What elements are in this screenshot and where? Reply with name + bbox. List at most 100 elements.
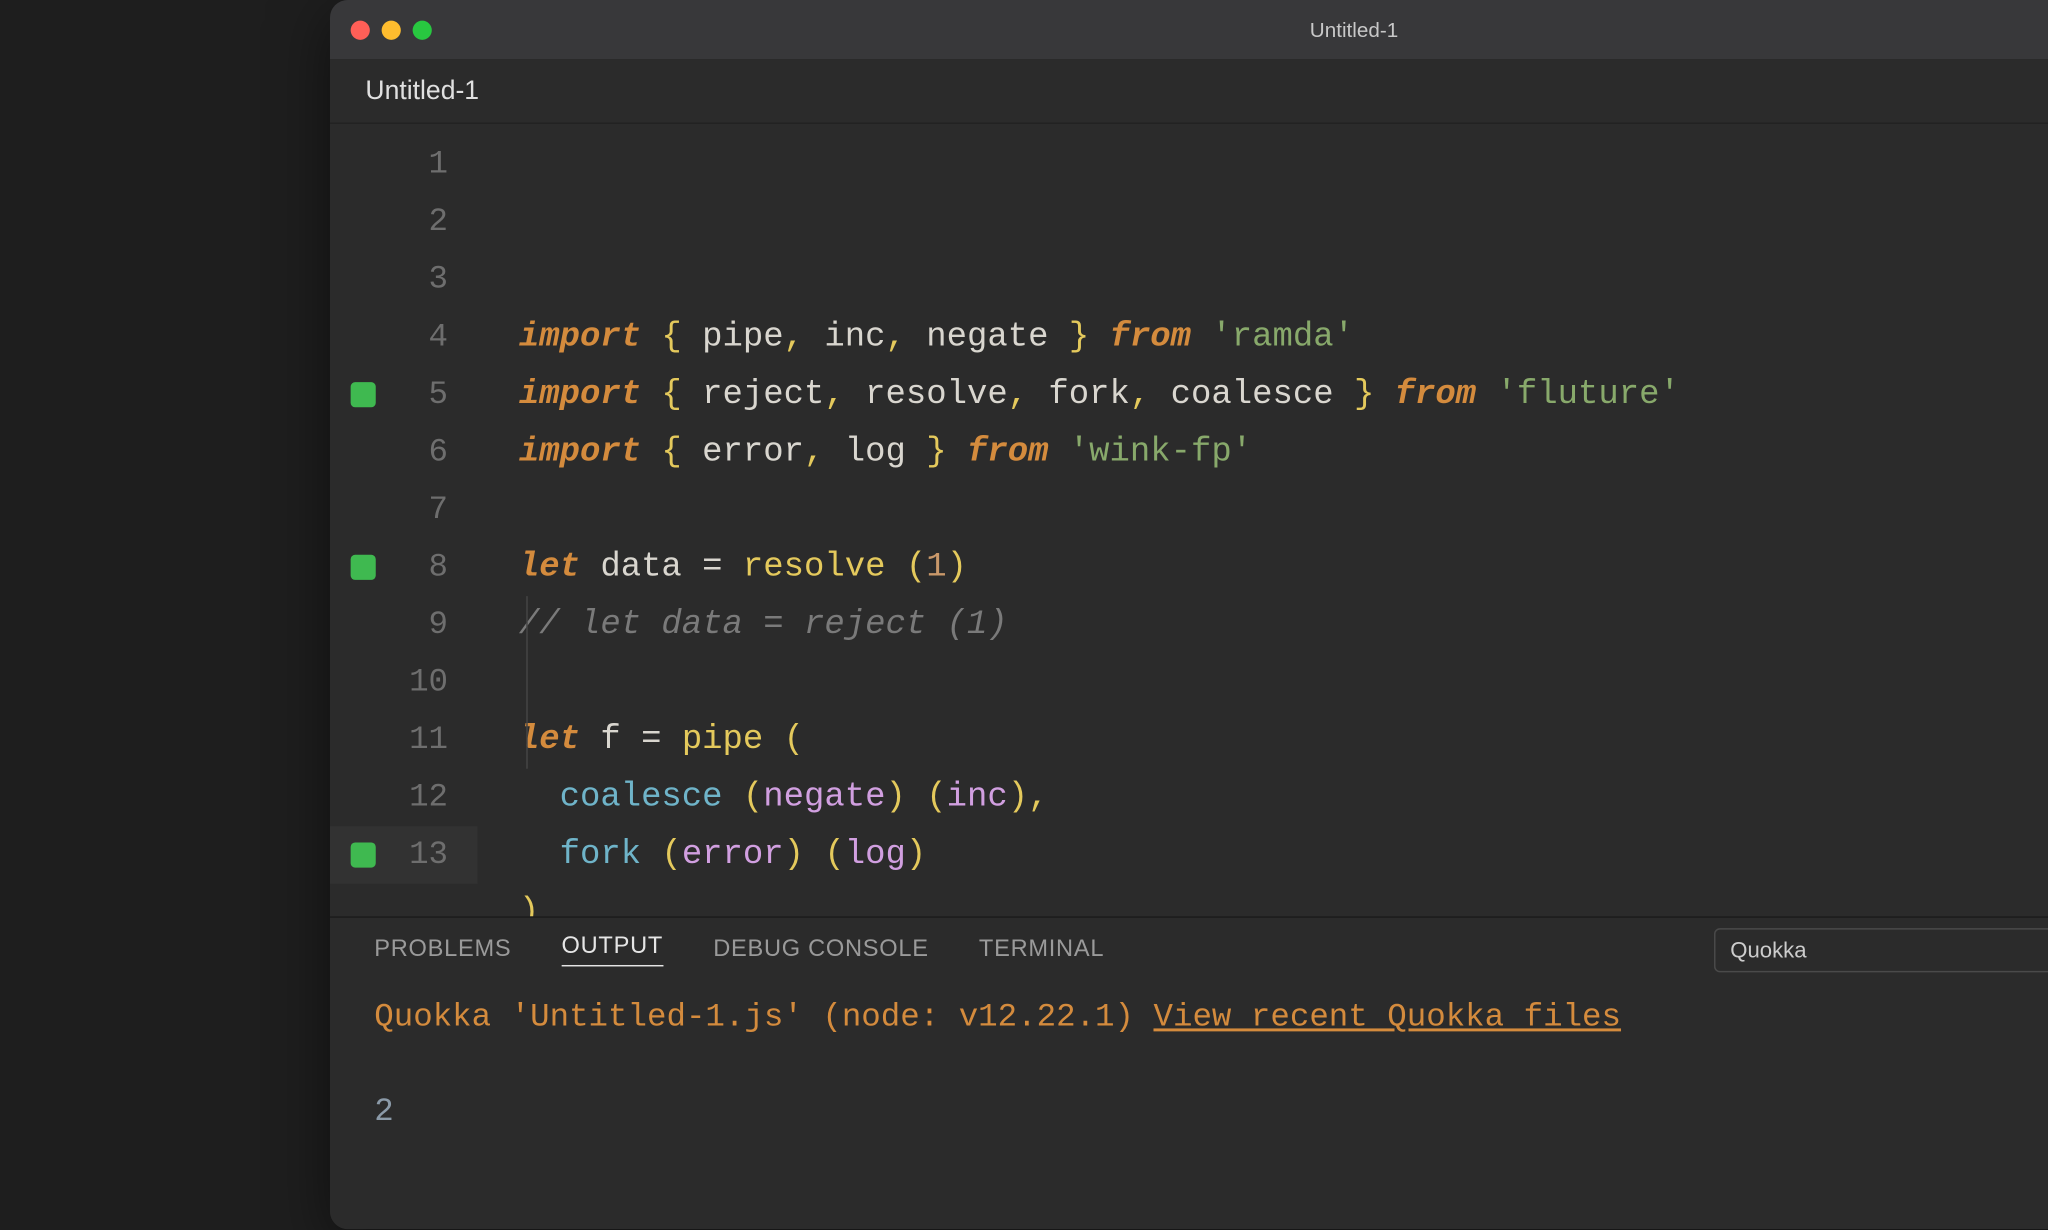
tab-debug-console[interactable]: DEBUG CONSOLE [713,937,929,964]
maximize-window-button[interactable] [413,20,432,39]
tab-untitled[interactable]: Untitled-1 [357,66,488,115]
code-token: 'wink-fp' [1069,423,1252,481]
code-line[interactable]: let f = pipe ( [478,711,2048,769]
gutter: 12345678910111213 [330,124,478,916]
code-line[interactable]: import { reject, resolve, fork, coalesce… [478,366,2048,424]
code-token: pipe [702,308,783,366]
code-token: import [519,423,662,481]
code-token: , [1008,366,1049,424]
code-token: coalesce [560,769,743,827]
code-token: = [641,711,682,769]
line-number: 9 [330,596,478,654]
line-number: 1 [330,136,478,194]
code-line[interactable] [478,654,2048,712]
output-body[interactable]: Quokka 'Untitled-1.js' (node: v12.22.1) … [330,983,2048,1229]
code-token: let [519,539,600,597]
editor-window: Untitled-1 Untitled-1 ··· 12345678910111… [330,0,2048,1229]
tab-output[interactable]: OUTPUT [562,934,663,966]
code-line[interactable]: // let data = reject (1) [478,596,2048,654]
code-token: , [824,366,865,424]
code-token: } [1048,308,1109,366]
indent-guide [526,596,527,769]
traffic-lights [351,20,432,39]
code-token: log [845,826,906,884]
code-token: inc [824,308,885,366]
code-token: { [661,366,702,424]
output-text: Quokka [374,999,510,1036]
code-token: fork [560,826,662,884]
code-token: 1 [926,539,946,597]
line-number: 5 [330,366,478,424]
code-token: coalesce [1171,366,1334,424]
code-token: ), [1008,769,1049,827]
code-line[interactable]: import { error, log } from 'wink-fp' [478,423,2048,481]
code-token: } [1334,366,1395,424]
code-token: , [1130,366,1171,424]
code-token: { [661,423,702,481]
code-token: } [906,423,967,481]
line-number: 7 [330,481,478,539]
code-token: ) ( [886,769,947,827]
code-token: ( [743,769,763,827]
line-number: 8 [330,539,478,597]
code-token: resolve [865,366,1008,424]
code-token: ( [784,711,804,769]
code-line[interactable]: fork (error) (log) [478,826,2048,884]
output-text: 'Untitled-1.js' [511,999,803,1036]
code-token: ) [906,826,926,884]
bottom-panel: PROBLEMS OUTPUT DEBUG CONSOLE TERMINAL Q… [330,916,2048,1229]
output-line: Quokka 'Untitled-1.js' (node: v12.22.1) … [374,992,2048,1045]
code-token: , [784,308,825,366]
output-text: (node: v12.22.1) [803,999,1154,1036]
code-token: = [702,539,743,597]
code-token: import [519,366,662,424]
code-line[interactable]: coalesce (negate) (inc), [478,769,2048,827]
code-line[interactable]: import { pipe, inc, negate } from 'ramda… [478,308,2048,366]
tab-problems[interactable]: PROBLEMS [374,937,511,964]
output-channel-select[interactable]: Quokka [1714,928,2048,972]
line-number: 10 [330,654,478,712]
code-token: resolve [743,539,906,597]
panel-toolbar: Quokka [1714,928,2048,972]
titlebar: Untitled-1 [330,0,2048,59]
line-number: 3 [330,251,478,309]
code-editor[interactable]: 12345678910111213 import { pipe, inc, ne… [330,124,2048,916]
line-number: 2 [330,193,478,251]
panel-tabs: PROBLEMS OUTPUT DEBUG CONSOLE TERMINAL Q… [330,918,2048,983]
code-token: 'fluture' [1497,366,1680,424]
tab-terminal[interactable]: TERMINAL [979,937,1104,964]
tabbar: Untitled-1 ··· [330,59,2048,124]
quokka-recent-link[interactable]: View recent Quokka files [1153,999,1621,1036]
code-line[interactable]: let data = resolve (1) [478,539,2048,597]
code-token: ( [661,826,681,884]
minimize-window-button[interactable] [382,20,401,39]
line-number: 11 [330,711,478,769]
code-token: ) [519,884,539,916]
code-token: from [1395,366,1497,424]
code-token: ) ( [784,826,845,884]
line-number: 12 [330,769,478,827]
code-token: let [519,711,600,769]
code-token: { [661,308,702,366]
code-token: 'ramda' [1211,308,1354,366]
close-window-button[interactable] [351,20,370,39]
code-line[interactable] [478,481,2048,539]
code-token: negate [763,769,885,827]
window-title: Untitled-1 [1310,18,1398,42]
code-token: data [600,539,702,597]
code-token [519,826,560,884]
line-number: 4 [330,308,478,366]
code-token: fork [1048,366,1129,424]
output-channel-value: Quokka [1730,938,1806,963]
code-token: , [804,423,845,481]
code-token: from [1110,308,1212,366]
code-token: error [702,423,804,481]
code-content[interactable]: import { pipe, inc, negate } from 'ramda… [478,124,2048,916]
code-token: log [845,423,906,481]
code-line[interactable]: ) [478,884,2048,916]
code-token: error [682,826,784,884]
line-number: 13 [330,826,478,884]
code-token: ) [947,539,967,597]
code-token: pipe [682,711,784,769]
code-token: negate [926,308,1048,366]
